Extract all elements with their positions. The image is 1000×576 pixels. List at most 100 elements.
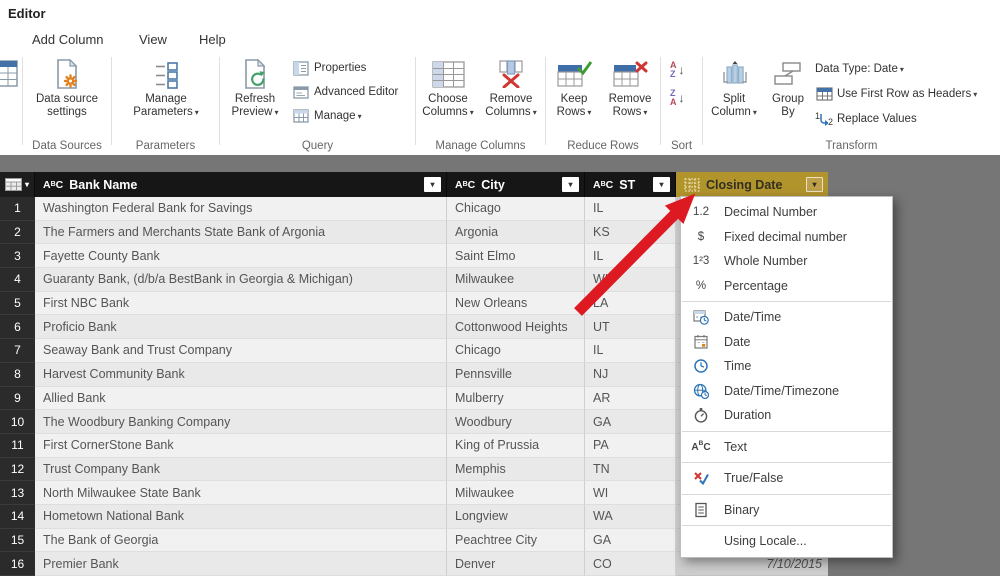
choose-columns-button[interactable]: Choose Columns▾ [418, 55, 478, 119]
cell-city[interactable]: Memphis [447, 458, 585, 482]
advanced-editor-button[interactable]: Advanced Editor [292, 82, 398, 102]
properties-button[interactable]: Properties [292, 58, 366, 78]
menu-item-binary[interactable]: Binary [681, 498, 892, 523]
keep-rows-button[interactable]: Keep Rows▾ [548, 55, 600, 119]
use-first-row-as-headers-button[interactable]: Use First Row as Headers▾ [815, 84, 977, 104]
cell-city[interactable]: Argonia [447, 221, 585, 245]
data-type-button[interactable]: Data Type: Date▾ [815, 59, 904, 79]
cell-city[interactable]: Denver [447, 552, 585, 576]
cell-city[interactable]: Milwaukee [447, 481, 585, 505]
row-number[interactable]: 1 [0, 197, 35, 221]
menu-item-whole-number[interactable]: 1²3Whole Number [681, 249, 892, 274]
cell-state[interactable]: WI [585, 481, 676, 505]
row-number[interactable]: 8 [0, 363, 35, 387]
cell-state[interactable]: GA [585, 410, 676, 434]
cell-city[interactable]: Chicago [447, 339, 585, 363]
cell-state[interactable]: NJ [585, 363, 676, 387]
cell-state[interactable]: CO [585, 552, 676, 576]
row-number[interactable]: 16 [0, 552, 35, 576]
cell-bank-name[interactable]: Harvest Community Bank [35, 363, 447, 387]
cell-city[interactable]: Chicago [447, 197, 585, 221]
cell-bank-name[interactable]: Trust Company Bank [35, 458, 447, 482]
column-header-closing-date[interactable]: Closing Date ▾ [676, 172, 828, 197]
row-number[interactable]: 13 [0, 481, 35, 505]
cell-city[interactable]: New Orleans [447, 292, 585, 316]
cell-state[interactable]: IL [585, 244, 676, 268]
split-column-button[interactable]: Split Column▾ [705, 55, 763, 119]
row-number[interactable]: 7 [0, 339, 35, 363]
cell-bank-name[interactable]: Washington Federal Bank for Savings [35, 197, 447, 221]
cell-state[interactable]: UT [585, 315, 676, 339]
row-number[interactable]: 5 [0, 292, 35, 316]
cell-state[interactable]: IL [585, 339, 676, 363]
cell-state[interactable]: AR [585, 387, 676, 411]
column-header-st[interactable]: ABC ST ▾ [585, 172, 676, 197]
cell-bank-name[interactable]: The Farmers and Merchants State Bank of … [35, 221, 447, 245]
row-number[interactable]: 9 [0, 387, 35, 411]
manage-parameters-button[interactable]: Manage Parameters▾ [126, 55, 206, 119]
menu-item-true-false[interactable]: True/False [681, 466, 892, 491]
row-number[interactable]: 4 [0, 268, 35, 292]
cell-state[interactable]: LA [585, 292, 676, 316]
row-number[interactable]: 12 [0, 458, 35, 482]
cell-city[interactable]: Milwaukee [447, 268, 585, 292]
menu-tab-help[interactable]: Help [199, 32, 226, 47]
cell-city[interactable]: Longview [447, 505, 585, 529]
menu-item-using-locale[interactable]: Using Locale... [681, 529, 892, 554]
cell-bank-name[interactable]: Premier Bank [35, 552, 447, 576]
sort-ascending-button[interactable]: AZ ↓ [670, 58, 696, 82]
row-number[interactable]: 15 [0, 529, 35, 553]
row-number[interactable]: 3 [0, 244, 35, 268]
row-number[interactable]: 10 [0, 410, 35, 434]
column-header-bank-name[interactable]: ABC Bank Name ▾ [35, 172, 447, 197]
group-by-button[interactable]: Group By [765, 55, 811, 119]
cell-bank-name[interactable]: North Milwaukee State Bank [35, 481, 447, 505]
cell-state[interactable]: KS [585, 221, 676, 245]
cell-bank-name[interactable]: First CornerStone Bank [35, 434, 447, 458]
cell-state[interactable]: WI [585, 268, 676, 292]
refresh-preview-button[interactable]: Refresh Preview▾ [224, 55, 286, 119]
cell-city[interactable]: King of Prussia [447, 434, 585, 458]
menu-item-decimal-number[interactable]: 1.2Decimal Number [681, 200, 892, 225]
cell-bank-name[interactable]: First NBC Bank [35, 292, 447, 316]
cell-bank-name[interactable]: Hometown National Bank [35, 505, 447, 529]
replace-values-button[interactable]: 1 2 Replace Values [815, 109, 917, 129]
cell-bank-name[interactable]: Allied Bank [35, 387, 447, 411]
sort-descending-button[interactable]: ZA ↓ [670, 86, 696, 110]
cell-city[interactable]: Peachtree City [447, 529, 585, 553]
cell-bank-name[interactable]: Proficio Bank [35, 315, 447, 339]
menu-item-percentage[interactable]: %Percentage [681, 274, 892, 299]
cell-bank-name[interactable]: The Woodbury Banking Company [35, 410, 447, 434]
menu-item-text[interactable]: ABCText [681, 435, 892, 460]
remove-rows-button[interactable]: Remove Rows▾ [602, 55, 658, 119]
menu-item-date[interactable]: Date [681, 330, 892, 355]
cell-state[interactable]: IL [585, 197, 676, 221]
filter-dropdown-button[interactable]: ▾ [562, 177, 579, 192]
menu-item-duration[interactable]: Duration [681, 403, 892, 428]
manage-button[interactable]: Manage▾ [292, 106, 362, 126]
menu-item-time[interactable]: Time [681, 354, 892, 379]
row-number[interactable]: 2 [0, 221, 35, 245]
menu-tab-add-column[interactable]: Add Column [32, 32, 104, 47]
cell-state[interactable]: GA [585, 529, 676, 553]
menu-item-date-time[interactable]: Date/Time [681, 305, 892, 330]
cell-city[interactable]: Cottonwood Heights [447, 315, 585, 339]
row-number[interactable]: 11 [0, 434, 35, 458]
row-number[interactable]: 6 [0, 315, 35, 339]
row-number[interactable]: 14 [0, 505, 35, 529]
cell-city[interactable]: Woodbury [447, 410, 585, 434]
cell-bank-name[interactable]: Fayette County Bank [35, 244, 447, 268]
cell-city[interactable]: Saint Elmo [447, 244, 585, 268]
remove-columns-button[interactable]: Remove Columns▾ [480, 55, 542, 119]
cell-bank-name[interactable]: The Bank of Georgia [35, 529, 447, 553]
menu-item-date-time-timezone[interactable]: Date/Time/Timezone [681, 379, 892, 404]
cell-state[interactable]: WA [585, 505, 676, 529]
filter-dropdown-button[interactable]: ▾ [806, 177, 823, 192]
cell-city[interactable]: Mulberry [447, 387, 585, 411]
filter-dropdown-button[interactable]: ▾ [424, 177, 441, 192]
data-source-settings-button[interactable]: Data source settings [27, 55, 107, 119]
menu-item-fixed-decimal-number[interactable]: $Fixed decimal number [681, 225, 892, 250]
cell-bank-name[interactable]: Seaway Bank and Trust Company [35, 339, 447, 363]
cell-state[interactable]: PA [585, 434, 676, 458]
menu-tab-view[interactable]: View [139, 32, 167, 47]
